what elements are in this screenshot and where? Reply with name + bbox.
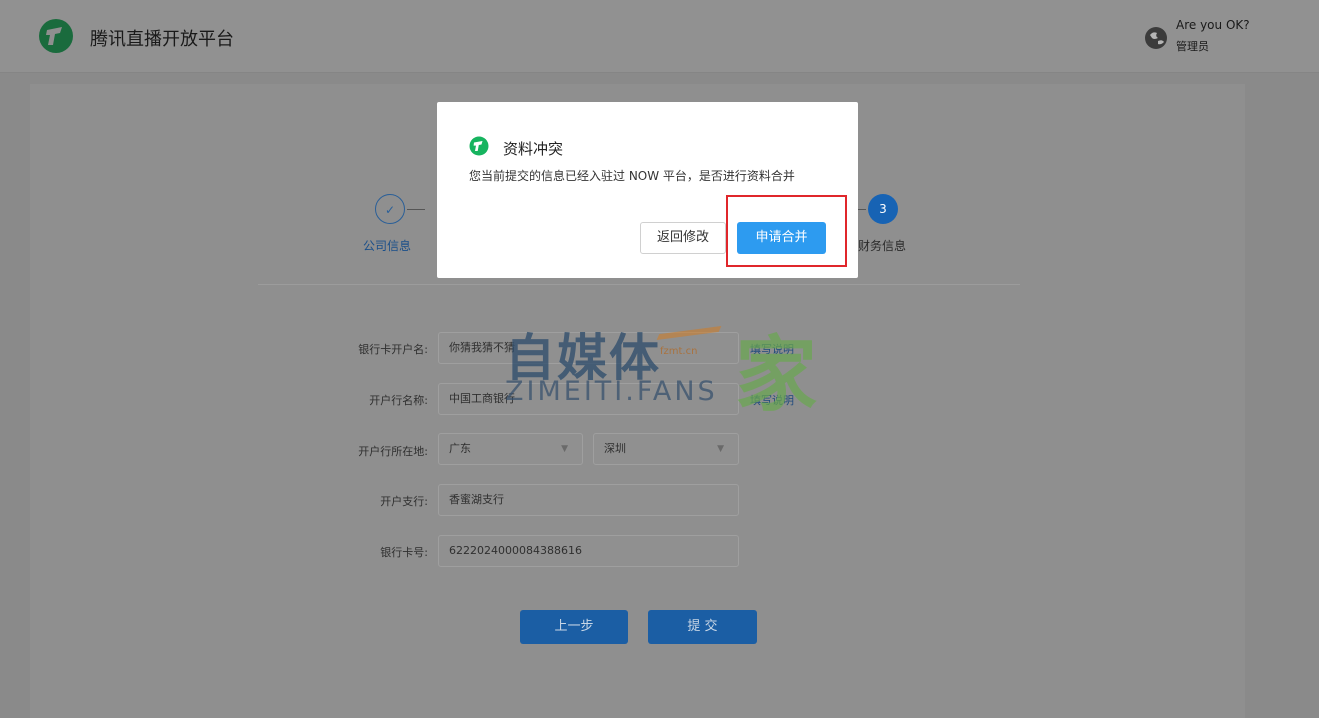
step-1-label: 公司信息 (363, 239, 412, 253)
branch-label: 开户支行: (380, 495, 428, 508)
step-3-number: 3 (868, 194, 898, 224)
submit-button[interactable]: 提 交 (648, 610, 757, 644)
back-to-edit-button[interactable]: 返回修改 (640, 222, 726, 254)
section-divider (258, 284, 1020, 285)
card-number-input[interactable]: 6222024000084388616 (438, 535, 739, 567)
user-avatar-icon[interactable] (1144, 26, 1168, 50)
modal-title: 资料冲突 (503, 140, 564, 158)
step-3-label: 财务信息 (858, 239, 907, 253)
city-value: 深圳 (604, 442, 626, 455)
branch-input[interactable]: 香蜜湖支行 (438, 484, 739, 516)
top-header: 腾讯直播开放平台 Are you OK? 管理员 (0, 0, 1319, 73)
modal-message: 您当前提交的信息已经入驻过 NOW 平台，是否进行资料合并 (469, 169, 795, 183)
province-select[interactable]: 广东 ▼ (438, 433, 583, 465)
bank-name-label: 开户行名称: (369, 394, 428, 407)
card-number-label: 银行卡号: (380, 546, 428, 559)
step-1-check-icon: ✓ (375, 194, 405, 224)
chevron-down-icon: ▼ (717, 444, 724, 454)
step-connector-line (858, 209, 866, 210)
user-name[interactable]: Are you OK? (1176, 18, 1250, 32)
account-name-label: 银行卡开户名: (358, 343, 428, 356)
bank-location-label: 开户行所在地: (358, 445, 428, 458)
watermark-small-text: fzmt.cn (660, 346, 698, 357)
tencent-now-logo-icon[interactable] (38, 18, 74, 54)
chevron-down-icon: ▼ (561, 444, 568, 454)
highlight-annotation-box (726, 195, 847, 267)
watermark-sub-text: ZIMEITI.FANS (505, 376, 718, 407)
city-select[interactable]: 深圳 ▼ (593, 433, 739, 465)
now-logo-icon (469, 136, 489, 156)
province-value: 广东 (449, 442, 471, 455)
step-connector-line (407, 209, 425, 210)
prev-step-button[interactable]: 上一步 (520, 610, 628, 644)
watermark-home-text: 家 (735, 328, 818, 423)
app-title[interactable]: 腾讯直播开放平台 (90, 25, 234, 51)
user-role: 管理员 (1176, 40, 1209, 53)
